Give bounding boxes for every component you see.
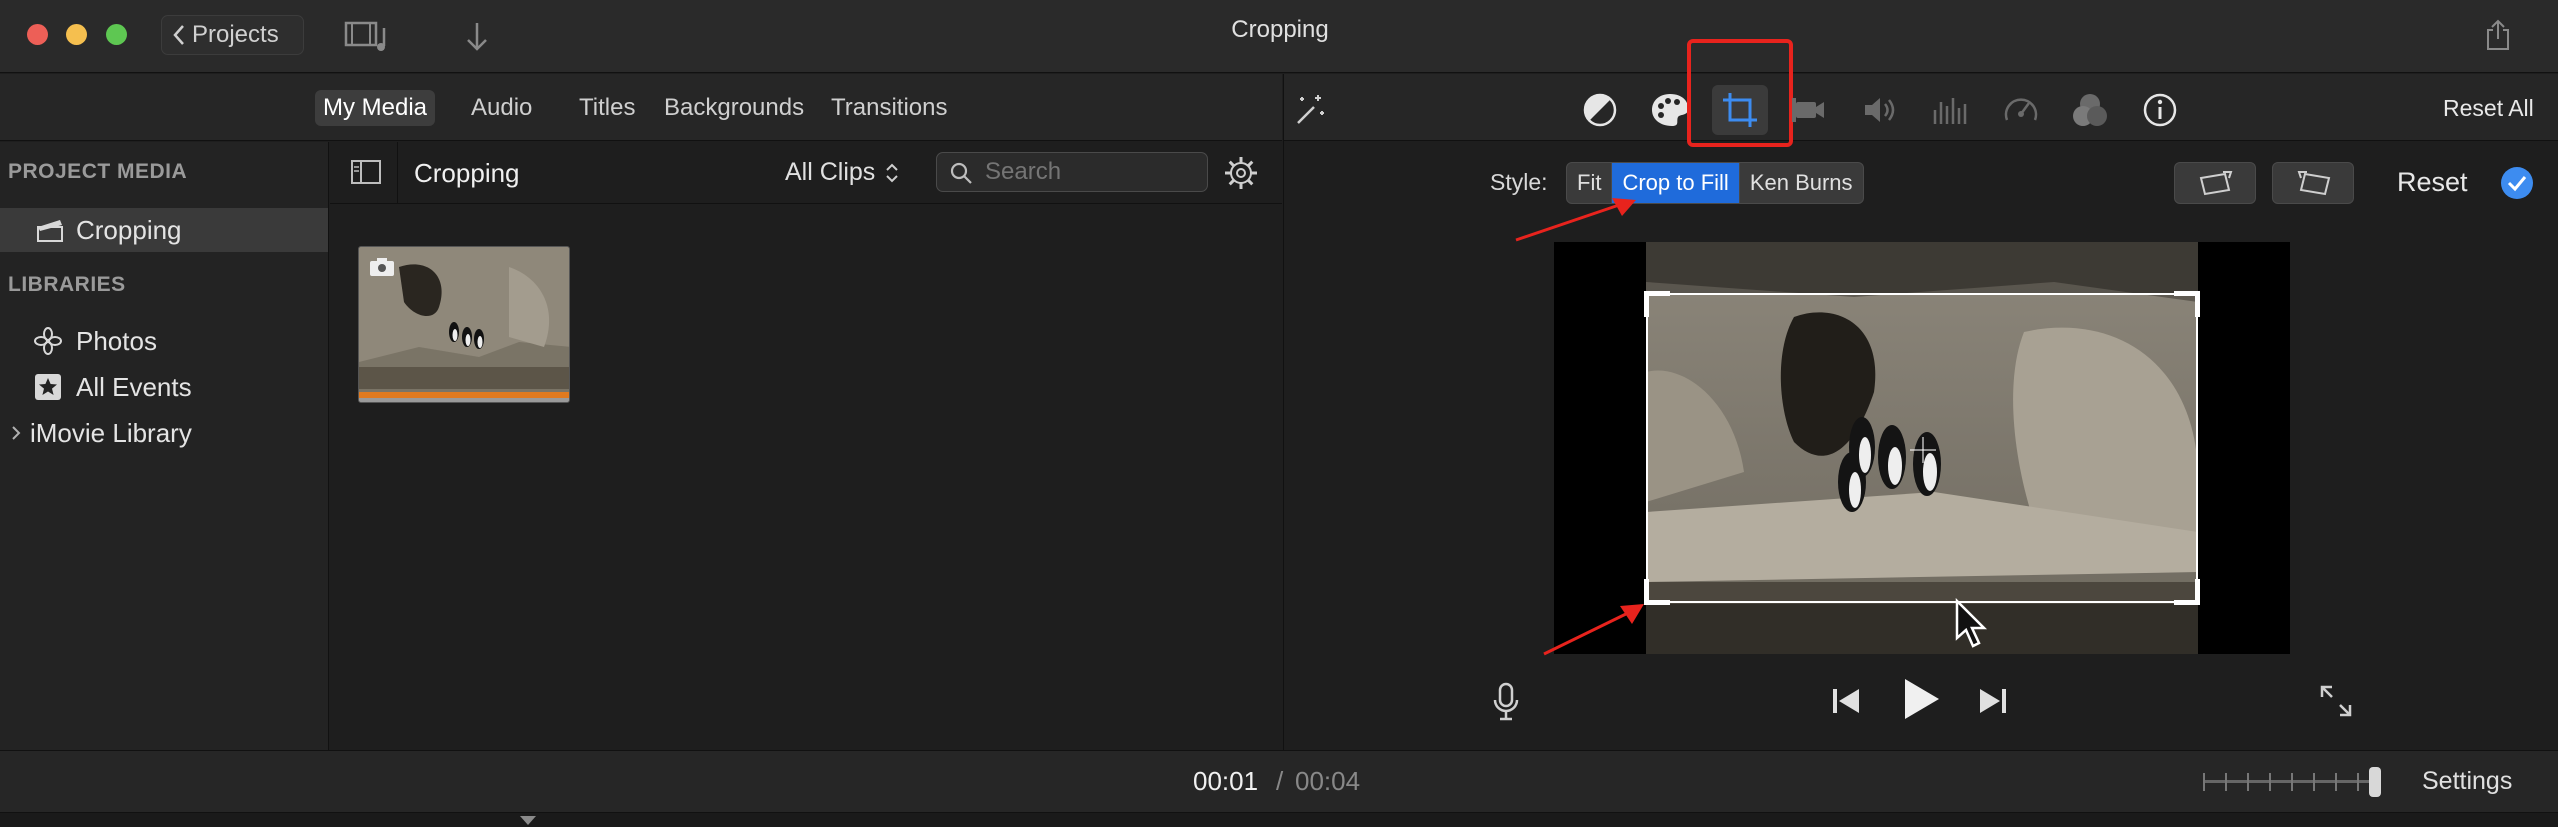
photos-icon [34,327,62,355]
stabilize-icon[interactable] [1790,94,1828,126]
sidebar-item-all-events[interactable]: All Events [0,365,328,409]
playhead-marker-icon[interactable] [518,814,538,826]
sidebar-item-photos[interactable]: Photos [0,319,328,363]
slider-ticks [2203,773,2378,791]
speed-icon[interactable] [2002,92,2040,126]
filter-icon[interactable] [2070,92,2110,128]
tab-my-media[interactable]: My Media [315,90,436,126]
rotate-left-button[interactable] [2174,162,2256,204]
crop-handle-top-right[interactable] [2174,291,2200,317]
crop-tool-button[interactable] [1712,85,1768,135]
rotate-left-icon [2197,170,2235,196]
timeline-zoom-slider[interactable] [2203,767,2383,797]
crop-handle-top-left[interactable] [1644,291,1670,317]
star-icon [34,373,62,401]
crop-handle-bottom-right[interactable] [2174,579,2200,605]
projects-back-button[interactable]: Projects [161,15,304,55]
annotation-arrow-to-crop-handle [1540,600,1650,660]
import-arrow-icon[interactable] [464,20,490,54]
rotate-right-icon [2295,170,2333,196]
sidebar-item-cropping[interactable]: Cropping [0,208,328,252]
fullscreen-icon[interactable] [2318,683,2354,719]
window-title: Cropping [1231,16,1329,43]
browser-title: Cropping [414,158,520,188]
projects-label: Projects [192,21,279,48]
media-clip-thumbnail[interactable] [358,246,570,403]
share-icon[interactable] [2484,18,2512,52]
tab-audio[interactable]: Audio [471,94,532,122]
browser-settings-gear-icon[interactable] [1223,155,1259,191]
all-clips-dropdown[interactable]: All Clips [785,158,899,187]
minimize-window-button[interactable] [66,24,87,45]
title-bar: Projects Cropping [0,0,2558,73]
libraries-header: LIBRARIES [8,273,126,296]
search-icon [949,161,973,185]
magic-wand-icon[interactable] [1290,91,1328,129]
timeline-strip [0,812,2558,827]
disclosure-icon[interactable] [10,424,22,442]
tab-titles[interactable]: Titles [579,94,635,122]
chevron-left-icon [172,24,186,46]
style-ken-burns-button[interactable]: Ken Burns [1740,163,1863,203]
crop-rectangle[interactable] [1644,291,2200,605]
library-sidebar: PROJECT MEDIA Cropping LIBRARIES Photos … [0,142,329,750]
annotation-arrow-to-crop-to-fill [1512,196,1642,246]
sidebar-item-imovie-library[interactable]: iMovie Library [0,411,328,455]
crop-icon [1721,91,1759,129]
crop-center-crosshair-icon [1908,435,1938,465]
slider-thumb[interactable] [2369,767,2381,797]
project-media-header: PROJECT MEDIA [8,160,188,183]
volume-icon[interactable] [1862,94,1900,126]
tab-backgrounds[interactable]: Backgrounds [664,94,804,122]
equalizer-icon[interactable] [1932,94,1968,126]
total-timecode: 00:04 [1295,766,1361,796]
updown-chevron-icon [885,162,899,184]
adjustment-toolbar [1284,74,2558,141]
microphone-icon[interactable] [1492,682,1520,722]
next-frame-icon[interactable] [1978,685,2008,717]
imovie-window: Projects Cropping My Media Audio Titles … [0,0,2558,827]
reset-button[interactable]: Reset [2397,167,2468,198]
color-balance-icon[interactable] [1582,92,1618,128]
search-field[interactable] [936,152,1208,192]
reset-all-button[interactable]: Reset All [2443,95,2534,122]
rotate-right-button[interactable] [2272,162,2354,204]
color-palette-icon[interactable] [1650,92,1690,128]
mouse-pointer-icon [1954,598,1990,652]
timecode-separator: / [1276,766,1284,796]
media-tab-bar: My Media Audio Titles Backgrounds Transi… [0,74,1282,141]
sidebar-item-label: Photos [76,325,157,356]
sidebar-item-label: iMovie Library [30,417,192,448]
filter-label: All Clips [785,158,876,186]
current-timecode: 00:01 [1193,766,1259,796]
sidebar-toggle-icon[interactable] [350,158,382,186]
timeline-settings-button[interactable]: Settings [2422,767,2512,796]
tab-transitions[interactable]: Transitions [831,94,947,122]
play-icon[interactable] [1901,676,1941,722]
sidebar-item-label: All Events [76,371,192,402]
sidebar-item-label: Cropping [76,214,182,245]
style-label: Style: [1490,169,1548,195]
media-view-icon[interactable] [344,20,394,52]
apply-checkmark-icon[interactable] [2499,165,2535,201]
info-icon[interactable] [2142,92,2178,128]
camera-icon [369,257,395,277]
search-input[interactable] [985,157,1195,187]
previous-frame-icon[interactable] [1831,685,1861,717]
clapper-icon [36,217,64,243]
zoom-window-button[interactable] [106,24,127,45]
close-window-button[interactable] [27,24,48,45]
